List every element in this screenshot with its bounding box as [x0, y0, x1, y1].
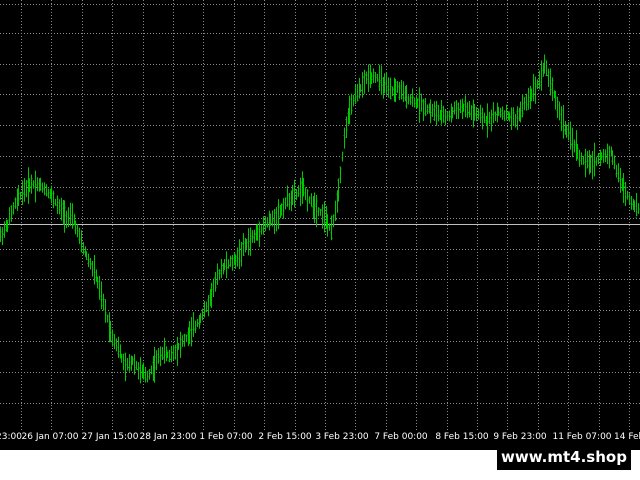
x-tick-label: 1 Feb 07:00 — [199, 432, 253, 442]
x-tick-label: 8 Feb 15:00 — [435, 432, 489, 442]
chart-area[interactable]: 23:0026 Jan 07:0027 Jan 15:0028 Jan 23:0… — [0, 0, 640, 450]
x-tick-label: 3 Feb 23:00 — [315, 432, 369, 442]
x-tick-label: 11 Feb 07:00 — [552, 432, 612, 442]
x-tick-label: 2 Feb 15:00 — [258, 432, 312, 442]
price-chart[interactable] — [0, 0, 640, 430]
x-tick-label: 7 Feb 00:00 — [374, 432, 428, 442]
x-tick-label: 27 Jan 15:00 — [81, 432, 139, 442]
x-tick-label: 28 Jan 23:00 — [139, 432, 197, 442]
x-tick-label: 14 Feb — [614, 432, 640, 442]
x-tick-label: 9 Feb 23:00 — [493, 432, 547, 442]
x-tick-label: 23:00 — [0, 432, 22, 442]
x-tick-label: 26 Jan 07:00 — [21, 432, 79, 442]
watermark: www.mt4.shop — [497, 444, 631, 470]
